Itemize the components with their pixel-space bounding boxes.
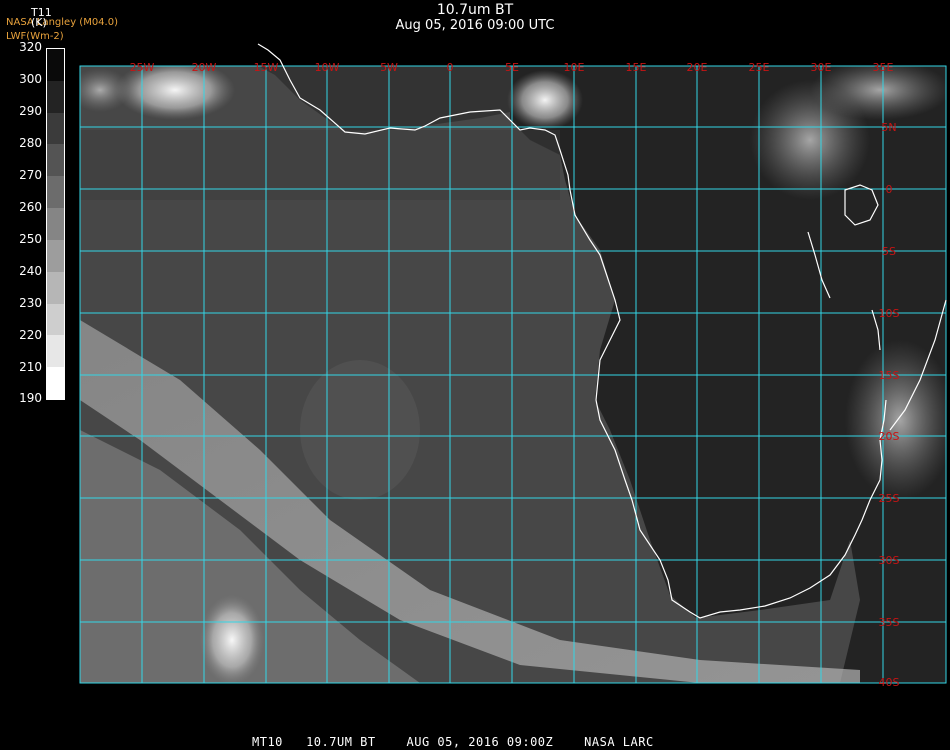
cloud-far-west xyxy=(80,68,130,112)
longitude-label: 20E xyxy=(687,61,708,74)
longitude-label: 35E xyxy=(873,61,894,74)
latitude-label: 20S xyxy=(879,430,900,443)
longitude-label: 25W xyxy=(130,61,155,74)
imagery-layer xyxy=(80,66,946,683)
latitude-label: 15S xyxy=(879,369,900,382)
cloud-gulf-guinea xyxy=(507,70,583,130)
satellite-map[interactable]: 25W 20W 15W 10W 5W 0 5E 10E 15E 20E 25E 30E 35E 5N 0 5… xyxy=(0,0,950,750)
longitude-label: 15E xyxy=(626,61,647,74)
longitude-label: 15W xyxy=(254,61,279,74)
longitude-label: 20W xyxy=(192,61,217,74)
longitude-label: 0 xyxy=(447,61,454,74)
cloud-central-atlantic xyxy=(300,360,420,500)
latitude-label: 0 xyxy=(886,183,893,196)
latitude-label: 5S xyxy=(882,245,896,258)
longitude-label: 25E xyxy=(749,61,770,74)
latitude-label: 30S xyxy=(879,554,900,567)
footer-caption: MT10 10.7UM BT AUG 05, 2016 09:00Z NASA … xyxy=(252,735,654,749)
latitude-label: 25S xyxy=(879,492,900,505)
latitude-label: 35S xyxy=(879,616,900,629)
longitude-label: 10E xyxy=(564,61,585,74)
longitude-label: 5E xyxy=(505,61,519,74)
longitude-label: 10W xyxy=(315,61,340,74)
longitude-label: 30E xyxy=(811,61,832,74)
latitude-label: 40S xyxy=(879,676,900,689)
latitude-label: 10S xyxy=(879,307,900,320)
cloud-southwest xyxy=(200,595,264,683)
longitude-label: 5W xyxy=(380,61,398,74)
latitude-label: 5N xyxy=(881,121,896,134)
